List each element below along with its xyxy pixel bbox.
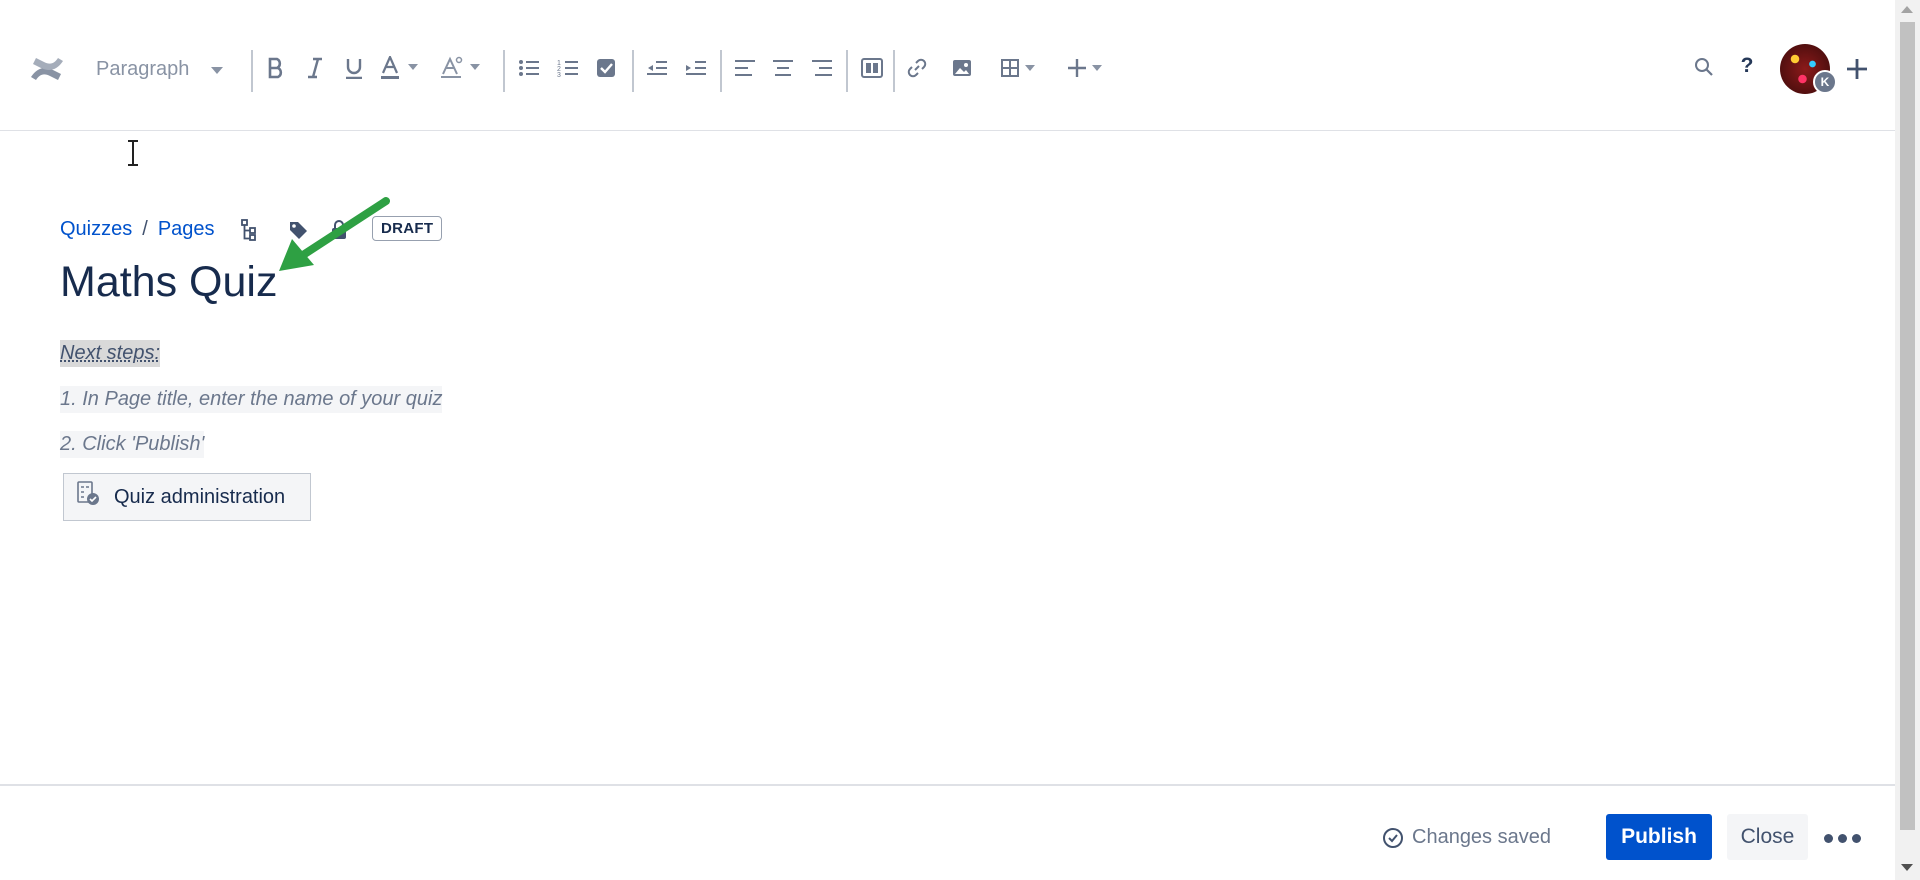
scrollbar-thumb[interactable] — [1900, 22, 1915, 830]
breadcrumb: Quizzes / Pages — [60, 218, 215, 241]
indent-icon[interactable] — [684, 56, 708, 80]
toolbar-divider — [893, 50, 895, 92]
toolbar-divider — [632, 50, 634, 92]
link-icon[interactable] — [905, 56, 929, 80]
page-title[interactable]: Maths Quiz — [60, 258, 277, 307]
text-style-icon[interactable] — [440, 56, 486, 80]
close-button[interactable]: Close — [1727, 814, 1808, 860]
numbered-list-icon[interactable]: 123 — [556, 56, 580, 80]
scrollbar[interactable] — [1895, 0, 1920, 880]
check-circle-icon — [1383, 827, 1403, 848]
paragraph-style-label: Paragraph — [96, 57, 190, 80]
text-cursor-icon — [126, 140, 140, 171]
chevron-down-icon — [211, 58, 224, 81]
annotation-arrow-icon — [270, 195, 400, 290]
quiz-admin-icon — [76, 481, 100, 513]
svg-text:3: 3 — [557, 72, 561, 78]
toolbar-divider — [503, 50, 505, 92]
italic-icon[interactable] — [303, 56, 327, 80]
create-icon[interactable] — [1844, 56, 1870, 82]
toolbar-divider — [251, 50, 253, 92]
toolbar-divider — [846, 50, 848, 92]
publish-button[interactable]: Publish — [1606, 814, 1712, 860]
table-icon[interactable] — [1001, 56, 1041, 80]
underline-icon[interactable] — [342, 56, 366, 80]
text-color-icon[interactable] — [380, 56, 424, 80]
scroll-up-icon[interactable] — [1901, 6, 1913, 13]
instruction-step-1: 1. In Page title, enter the name of your… — [60, 386, 443, 413]
search-icon[interactable] — [1692, 55, 1716, 79]
avatar-badge: K — [1813, 70, 1837, 94]
align-left-icon[interactable] — [733, 56, 757, 80]
help-icon[interactable]: ? — [1735, 52, 1759, 80]
editor-footer: Changes saved Publish Close — [0, 784, 1895, 880]
quiz-admin-label: Quiz administration — [114, 485, 286, 508]
page-layout-icon[interactable] — [860, 56, 884, 80]
page-tree-icon[interactable] — [240, 219, 258, 246]
bold-icon[interactable] — [264, 56, 288, 80]
task-list-icon[interactable] — [594, 56, 618, 80]
scroll-down-icon[interactable] — [1901, 864, 1913, 871]
save-status: Changes saved — [1382, 826, 1551, 849]
confluence-logo-icon[interactable] — [28, 50, 66, 88]
breadcrumb-item-pages[interactable]: Pages — [158, 218, 215, 241]
breadcrumb-item-quizzes[interactable]: Quizzes — [60, 218, 132, 241]
toolbar-divider — [720, 50, 722, 92]
breadcrumb-separator: / — [142, 218, 148, 240]
image-icon[interactable] — [950, 56, 974, 80]
more-actions-icon[interactable] — [1824, 834, 1861, 843]
insert-more-icon[interactable] — [1068, 56, 1108, 80]
align-center-icon[interactable] — [771, 56, 795, 80]
outdent-icon[interactable] — [645, 56, 669, 80]
align-right-icon[interactable] — [810, 56, 834, 80]
save-status-label: Changes saved — [1412, 826, 1551, 848]
editor-app: Paragraph 123 ? K Quizzes / Pages DRAFT … — [0, 0, 1920, 880]
quiz-administration-macro[interactable]: Quiz administration — [63, 473, 311, 521]
instruction-heading: Next steps: — [60, 340, 161, 367]
paragraph-style-select[interactable]: Paragraph — [96, 52, 224, 86]
editor-toolbar: Paragraph 123 ? K — [0, 0, 1895, 131]
bullet-list-icon[interactable] — [517, 56, 541, 80]
instruction-step-2: 2. Click 'Publish' — [60, 431, 205, 458]
